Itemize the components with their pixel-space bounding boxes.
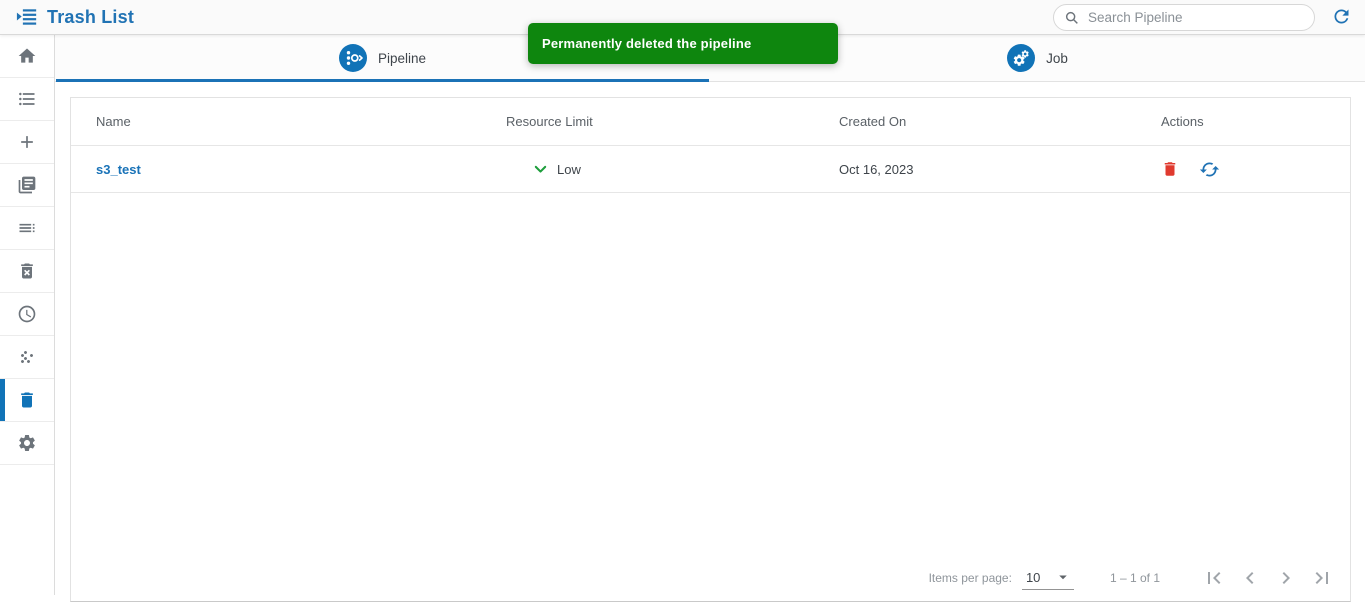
restore-sync-icon <box>1199 162 1220 176</box>
sidebar-item-create[interactable] <box>0 121 54 164</box>
column-header-created-on: Created On <box>839 114 907 129</box>
table-header-row: Name Resource Limit Created On Actions <box>71 98 1350 146</box>
plus-icon <box>21 136 33 148</box>
paginator: Items per page: 10 1 – 1 of 1 <box>929 566 1334 590</box>
sidebar-item-history[interactable] <box>0 293 54 336</box>
created-on-value: Oct 16, 2023 <box>839 161 914 177</box>
page-title: Trash List <box>47 6 135 27</box>
sidebar-item-trash[interactable] <box>0 379 54 422</box>
toast-message: Permanently deleted the pipeline <box>542 36 752 51</box>
expand-row-button[interactable] <box>533 162 548 177</box>
bulleted-list-icon <box>19 92 35 106</box>
items-per-page-select[interactable]: 10 <box>1021 566 1074 590</box>
pipeline-name-link[interactable]: s3_test <box>96 162 141 177</box>
restore-button[interactable] <box>1199 159 1220 180</box>
search-box <box>1053 4 1315 31</box>
list-details-icon <box>19 223 35 233</box>
pipeline-icon <box>338 44 367 72</box>
sidebar-item-details[interactable] <box>0 207 54 250</box>
menu-logo-icon[interactable] <box>16 6 38 28</box>
job-gears-icon <box>1007 44 1036 72</box>
last-page-button[interactable] <box>1310 566 1334 590</box>
cluster-icon <box>21 351 33 363</box>
sidebar-item-library[interactable] <box>0 164 54 207</box>
refresh-icon <box>1334 9 1348 24</box>
delete-permanently-button[interactable] <box>1161 160 1179 178</box>
refresh-button[interactable] <box>1329 6 1353 30</box>
trash-icon <box>1164 162 1176 176</box>
tab-pipeline-label: Pipeline <box>377 50 427 66</box>
home-icon <box>18 48 36 63</box>
toast-notification: Permanently deleted the pipeline <box>528 23 838 64</box>
sidebar-item-settings[interactable] <box>0 422 54 465</box>
delete-forever-icon <box>21 263 33 279</box>
first-page-button[interactable] <box>1202 566 1226 590</box>
chevron-right-icon <box>1282 572 1290 584</box>
sidebar-item-home[interactable] <box>0 35 54 78</box>
sidebar-item-list[interactable] <box>0 78 54 121</box>
chevron-down-icon <box>534 165 547 173</box>
sidebar <box>0 35 55 595</box>
clock-icon <box>18 305 36 323</box>
library-icon <box>18 176 36 194</box>
page-range-label: 1 – 1 of 1 <box>1109 571 1160 585</box>
items-per-page-label: Items per page: <box>928 571 1012 585</box>
sidebar-item-cluster[interactable] <box>0 336 54 379</box>
search-icon <box>1065 11 1078 24</box>
trash-table-card: Name Resource Limit Created On Actions s… <box>70 97 1351 602</box>
sidebar-item-delete-forever[interactable] <box>0 250 54 293</box>
chevron-left-icon <box>1246 572 1254 584</box>
column-header-resource-limit: Resource Limit <box>506 114 593 129</box>
resource-limit-value: Low <box>557 161 581 177</box>
previous-page-button[interactable] <box>1238 566 1262 590</box>
last-page-icon <box>1315 572 1328 584</box>
next-page-button[interactable] <box>1274 566 1298 590</box>
trash-icon <box>21 392 33 408</box>
first-page-icon <box>1208 572 1221 584</box>
tab-job-label: Job <box>1046 50 1068 66</box>
table-row: s3_test Low Oct 16, 2023 <box>71 146 1350 193</box>
search-input[interactable] <box>1088 10 1288 25</box>
column-header-name: Name <box>96 114 131 129</box>
items-per-page-value: 10 <box>1025 569 1041 585</box>
gear-icon <box>19 435 35 451</box>
dropdown-arrow-icon <box>1059 575 1067 580</box>
app-window: Trash List Search Pipeline Pipeline Job … <box>0 0 1365 612</box>
column-header-actions: Actions <box>1161 114 1204 129</box>
